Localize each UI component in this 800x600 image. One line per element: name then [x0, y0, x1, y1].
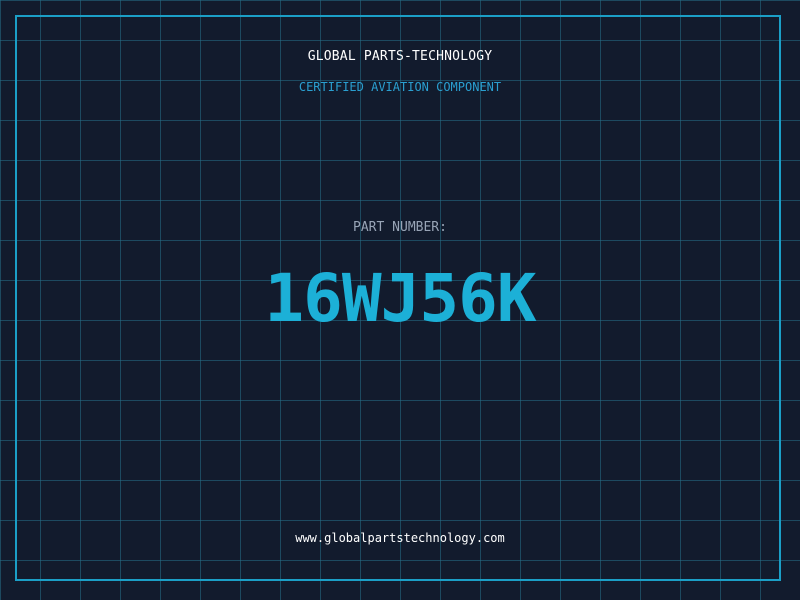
part-number-label: PART NUMBER: — [353, 220, 447, 235]
part-number-value: 16WJ56K — [264, 260, 536, 337]
brand-name: GLOBAL PARTS-TECHNOLOGY — [307, 49, 493, 64]
website-url: www.globalpartstechnology.com — [295, 531, 505, 545]
certificate-card: GLOBAL PARTS-TECHNOLOGY CERTIFIED AVIATI… — [0, 0, 800, 600]
brand-tagline: CERTIFIED AVIATION COMPONENT — [298, 80, 502, 94]
